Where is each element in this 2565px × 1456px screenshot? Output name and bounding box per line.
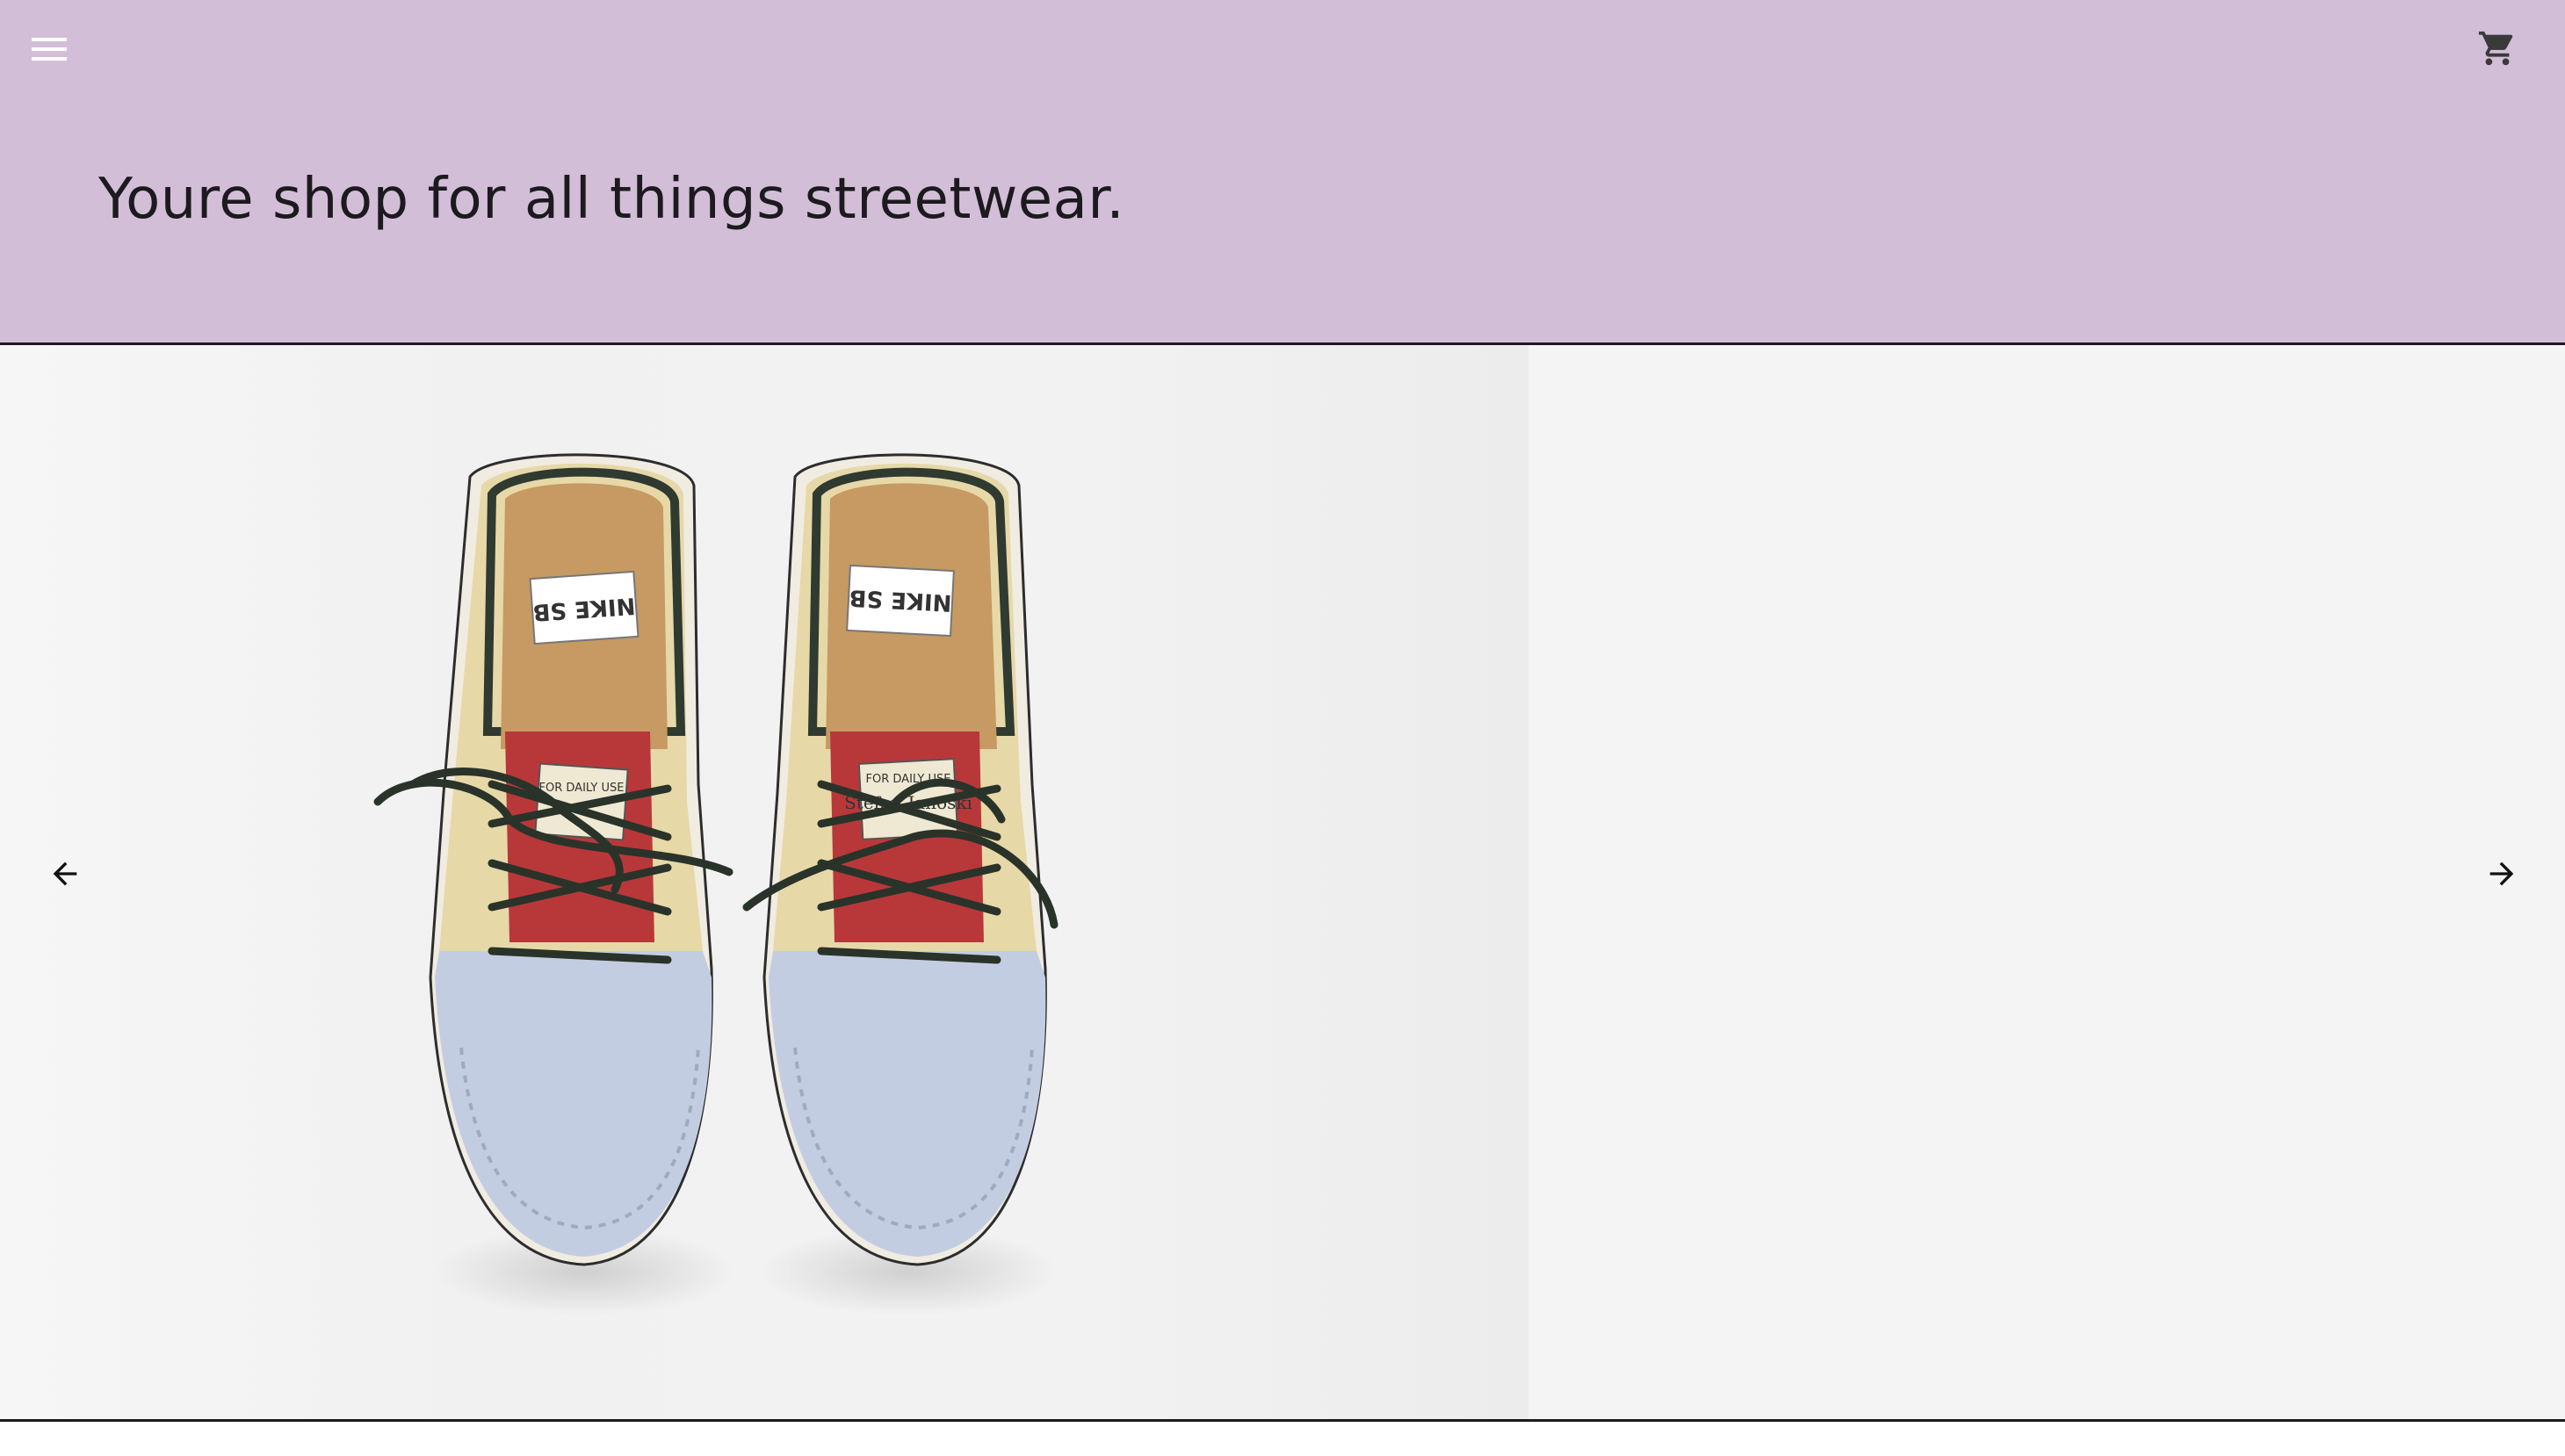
right-shoe: NIKE SB FOR DAILY USE Stefan Janoski: [742, 453, 1059, 1266]
menu-button[interactable]: [26, 26, 72, 72]
carousel-next-button[interactable]: [2475, 847, 2528, 900]
page-title: Youre shop for all things streetwear.: [98, 167, 1125, 232]
site-header: Youre shop for all things streetwear.: [0, 0, 2565, 344]
arrow-left-icon: [53, 861, 77, 886]
carousel-divider: [0, 1419, 2565, 1422]
arrow-right-icon: [2489, 861, 2514, 886]
shopping-cart-icon: [2478, 31, 2513, 66]
product-carousel: NIKE SB FOR DAILY USE NIKE SB FOR DAILY …: [0, 345, 2565, 1419]
carousel-slide-image: NIKE SB FOR DAILY USE NIKE SB FOR DAILY …: [0, 345, 1528, 1419]
carousel-prev-button[interactable]: [39, 847, 91, 900]
left-shoe: NIKE SB FOR DAILY USE: [373, 453, 733, 1266]
hamburger-menu-icon: [32, 38, 67, 61]
sneakers-illustration: NIKE SB FOR DAILY USE NIKE SB FOR DAILY …: [373, 453, 1059, 1315]
right-insole-label: NIKE SB: [849, 584, 952, 616]
cart-button[interactable]: [2474, 25, 2521, 72]
left-tongue-label: FOR DAILY USE: [539, 782, 625, 795]
